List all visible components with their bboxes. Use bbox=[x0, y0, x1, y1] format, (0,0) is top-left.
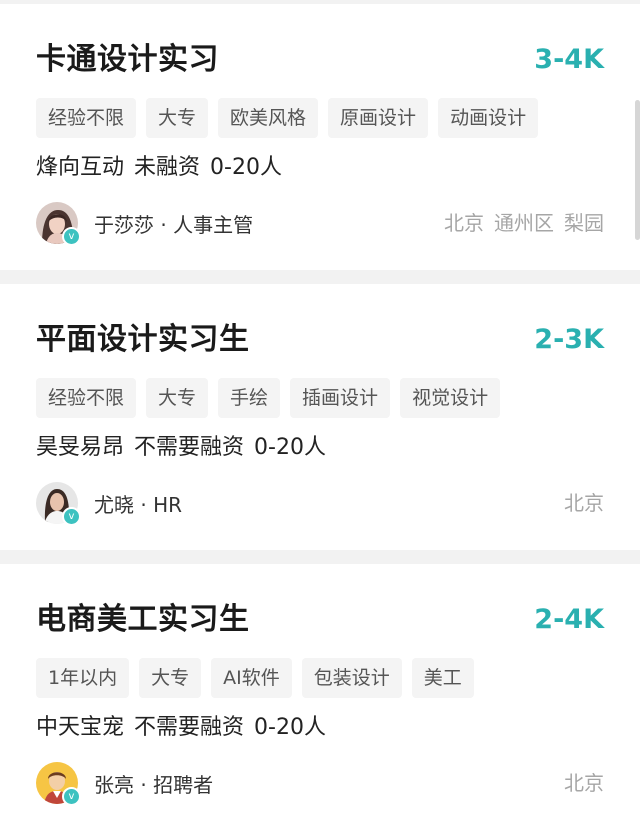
verified-badge-icon: v bbox=[62, 227, 81, 246]
location-area: 梨园 bbox=[564, 211, 604, 235]
recruiter-name-title: 张亮 · 招聘者 bbox=[94, 772, 214, 797]
salary: 2-4K bbox=[534, 604, 604, 635]
job-tags: 经验不限 大专 欧美风格 原画设计 动画设计 bbox=[36, 98, 539, 138]
job-location: 北京 bbox=[554, 767, 604, 799]
company-name: 烽向互动 bbox=[36, 155, 125, 180]
tag-skill: 视觉设计 bbox=[400, 378, 501, 418]
location-district: 通州区 bbox=[494, 211, 554, 235]
job-list-screen: 卡通设计实习 3-4K 经验不限 大专 欧美风格 原画设计 动画设计 烽向互动未… bbox=[0, 0, 640, 818]
tag-skill: 动画设计 bbox=[438, 98, 539, 138]
company-size: 0-20人 bbox=[254, 715, 326, 740]
job-card[interactable]: 卡通设计实习 3-4K 经验不限 大专 欧美风格 原画设计 动画设计 烽向互动未… bbox=[0, 4, 640, 270]
company-size: 0-20人 bbox=[254, 435, 326, 460]
recruiter-info: v 于莎莎 · 人事主管 bbox=[36, 201, 254, 246]
recruiter-info: v 张亮 · 招聘者 bbox=[36, 761, 214, 806]
company-info: 烽向互动 未融资 0-20人 bbox=[36, 150, 282, 186]
job-location: 北京 bbox=[554, 487, 604, 519]
job-tags: 1年以内 大专 AI软件 包装设计 美工 bbox=[36, 658, 474, 698]
job-title: 卡通设计实习 bbox=[36, 42, 219, 77]
job-location: 北京 通州区 梨园 bbox=[434, 207, 604, 239]
company-info: 昊旻易昂 不需要融资 0-20人 bbox=[36, 430, 326, 466]
tag-skill: 原画设计 bbox=[328, 98, 429, 138]
job-card[interactable]: 电商美工实习生 2-4K 1年以内 大专 AI软件 包装设计 美工 中天宝宠 不需… bbox=[0, 564, 640, 818]
tag-education: 大专 bbox=[146, 378, 209, 418]
company-funding: 不需要融资 bbox=[134, 435, 245, 460]
job-tags: 经验不限 大专 手绘 插画设计 视觉设计 bbox=[36, 378, 501, 418]
tag-experience: 经验不限 bbox=[36, 98, 137, 138]
company-info: 中天宝宠 不需要融资 0-20人 bbox=[36, 710, 326, 746]
tag-skill: AI软件 bbox=[211, 658, 292, 698]
verified-badge-icon: v bbox=[62, 507, 81, 526]
tag-skill: 手绘 bbox=[218, 378, 281, 418]
company-size: 0-20人 bbox=[210, 155, 282, 180]
tag-skill: 包装设计 bbox=[301, 658, 402, 698]
recruiter-name-title: 尤晓 · HR bbox=[94, 492, 183, 517]
tag-skill: 美工 bbox=[411, 658, 474, 698]
tag-experience: 经验不限 bbox=[36, 378, 137, 418]
recruiter-avatar: v bbox=[36, 482, 81, 526]
job-title: 平面设计实习生 bbox=[36, 322, 250, 357]
recruiter-avatar: v bbox=[36, 762, 81, 806]
job-title: 电商美工实习生 bbox=[36, 602, 250, 637]
tag-education: 大专 bbox=[146, 98, 209, 138]
recruiter-avatar: v bbox=[36, 202, 81, 246]
job-card[interactable]: 平面设计实习生 2-3K 经验不限 大专 手绘 插画设计 视觉设计 昊旻易昂 不需… bbox=[0, 284, 640, 550]
scrollbar[interactable] bbox=[635, 100, 640, 240]
tag-skill: 欧美风格 bbox=[218, 98, 319, 138]
salary: 3-4K bbox=[534, 44, 604, 75]
recruiter-name-title: 于莎莎 · 人事主管 bbox=[94, 212, 254, 237]
recruiter-info: v 尤晓 · HR bbox=[36, 481, 183, 526]
tag-experience: 1年以内 bbox=[36, 658, 130, 698]
company-funding: 未融资 bbox=[134, 155, 201, 180]
company-funding: 不需要融资 bbox=[134, 715, 245, 740]
location-city: 北京 bbox=[444, 211, 484, 235]
company-name: 昊旻易昂 bbox=[36, 435, 125, 460]
company-name: 中天宝宠 bbox=[36, 715, 125, 740]
tag-education: 大专 bbox=[139, 658, 202, 698]
location-city: 北京 bbox=[564, 491, 604, 515]
verified-badge-icon: v bbox=[62, 787, 81, 806]
salary: 2-3K bbox=[534, 324, 604, 355]
tag-skill: 插画设计 bbox=[290, 378, 391, 418]
location-city: 北京 bbox=[564, 771, 604, 795]
